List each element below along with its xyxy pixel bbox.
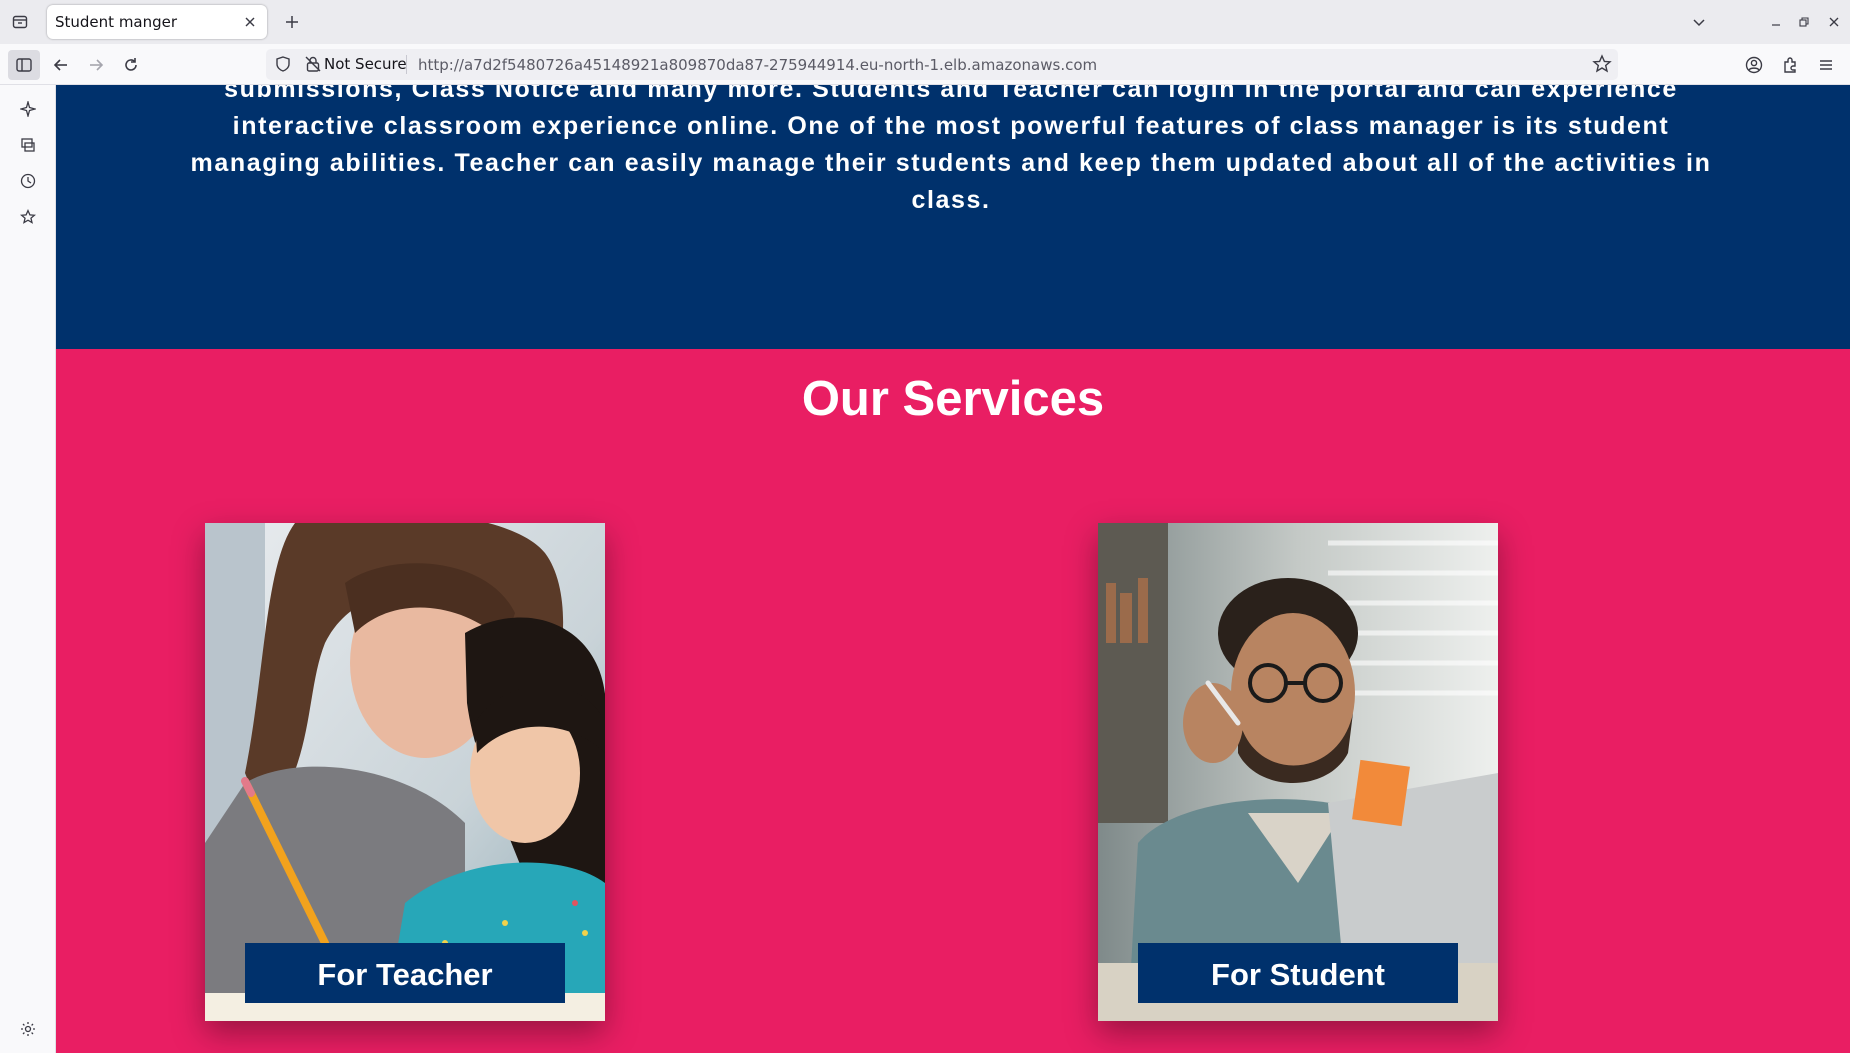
forward-arrow-icon[interactable] <box>83 52 109 78</box>
close-tab-icon[interactable] <box>241 13 259 31</box>
synced-tabs-icon[interactable] <box>16 133 40 157</box>
not-secure-label: Not Secure <box>324 55 407 73</box>
services-section: Our Services For Teacher For Student <box>56 349 1850 1053</box>
sparkle-icon[interactable] <box>16 97 40 121</box>
reload-icon[interactable] <box>118 52 144 78</box>
minimize-icon[interactable] <box>1766 12 1786 32</box>
address-bar[interactable]: Not Secure http://a7d2f5480726a45148921a… <box>266 49 1618 80</box>
url-separator <box>406 55 407 74</box>
extensions-icon[interactable] <box>1778 53 1802 77</box>
about-section: submissions, Class Notice and many more.… <box>56 85 1850 349</box>
bookmarks-star-icon[interactable] <box>16 205 40 229</box>
tab-title: Student manger <box>55 13 178 31</box>
about-line: class. <box>911 186 991 214</box>
about-line: submissions, Class Notice and many more.… <box>224 85 1678 103</box>
services-title: Our Services <box>801 372 1105 426</box>
account-icon[interactable] <box>1742 53 1766 77</box>
browser-sidebar <box>0 85 56 1053</box>
chevron-down-icon[interactable] <box>1688 11 1710 33</box>
menu-icon[interactable] <box>1814 53 1838 77</box>
browser-tab[interactable]: Student manger <box>47 5 267 39</box>
web-page: submissions, Class Notice and many more.… <box>56 85 1850 1053</box>
about-line: interactive classroom experience online.… <box>232 112 1670 140</box>
back-arrow-icon[interactable] <box>48 52 74 78</box>
restore-icon[interactable] <box>1794 12 1814 32</box>
history-icon[interactable] <box>16 169 40 193</box>
insecure-lock-icon[interactable] <box>304 55 322 73</box>
new-tab-icon[interactable] <box>281 11 303 33</box>
shield-icon[interactable] <box>274 55 292 73</box>
url-input[interactable]: http://a7d2f5480726a45148921a809870da87-… <box>418 56 1097 74</box>
tab-list-icon[interactable] <box>8 10 32 34</box>
student-service-card[interactable]: For Student <box>1098 523 1498 1021</box>
bookmark-star-icon[interactable] <box>1592 54 1612 74</box>
about-paragraph: submissions, Class Notice and many more.… <box>166 85 1736 219</box>
for-teacher-label[interactable]: For Teacher <box>245 943 565 1003</box>
tab-strip: Student manger <box>0 0 1850 44</box>
about-line: managing abilities. Teacher can easily m… <box>190 149 1712 177</box>
settings-gear-icon[interactable] <box>16 1017 40 1041</box>
for-student-label[interactable]: For Student <box>1138 943 1458 1003</box>
teacher-service-card[interactable]: For Teacher <box>205 523 605 1021</box>
navigation-toolbar: Not Secure http://a7d2f5480726a45148921a… <box>0 44 1850 85</box>
sidebar-toggle-icon[interactable] <box>8 50 40 80</box>
close-window-icon[interactable] <box>1824 12 1844 32</box>
